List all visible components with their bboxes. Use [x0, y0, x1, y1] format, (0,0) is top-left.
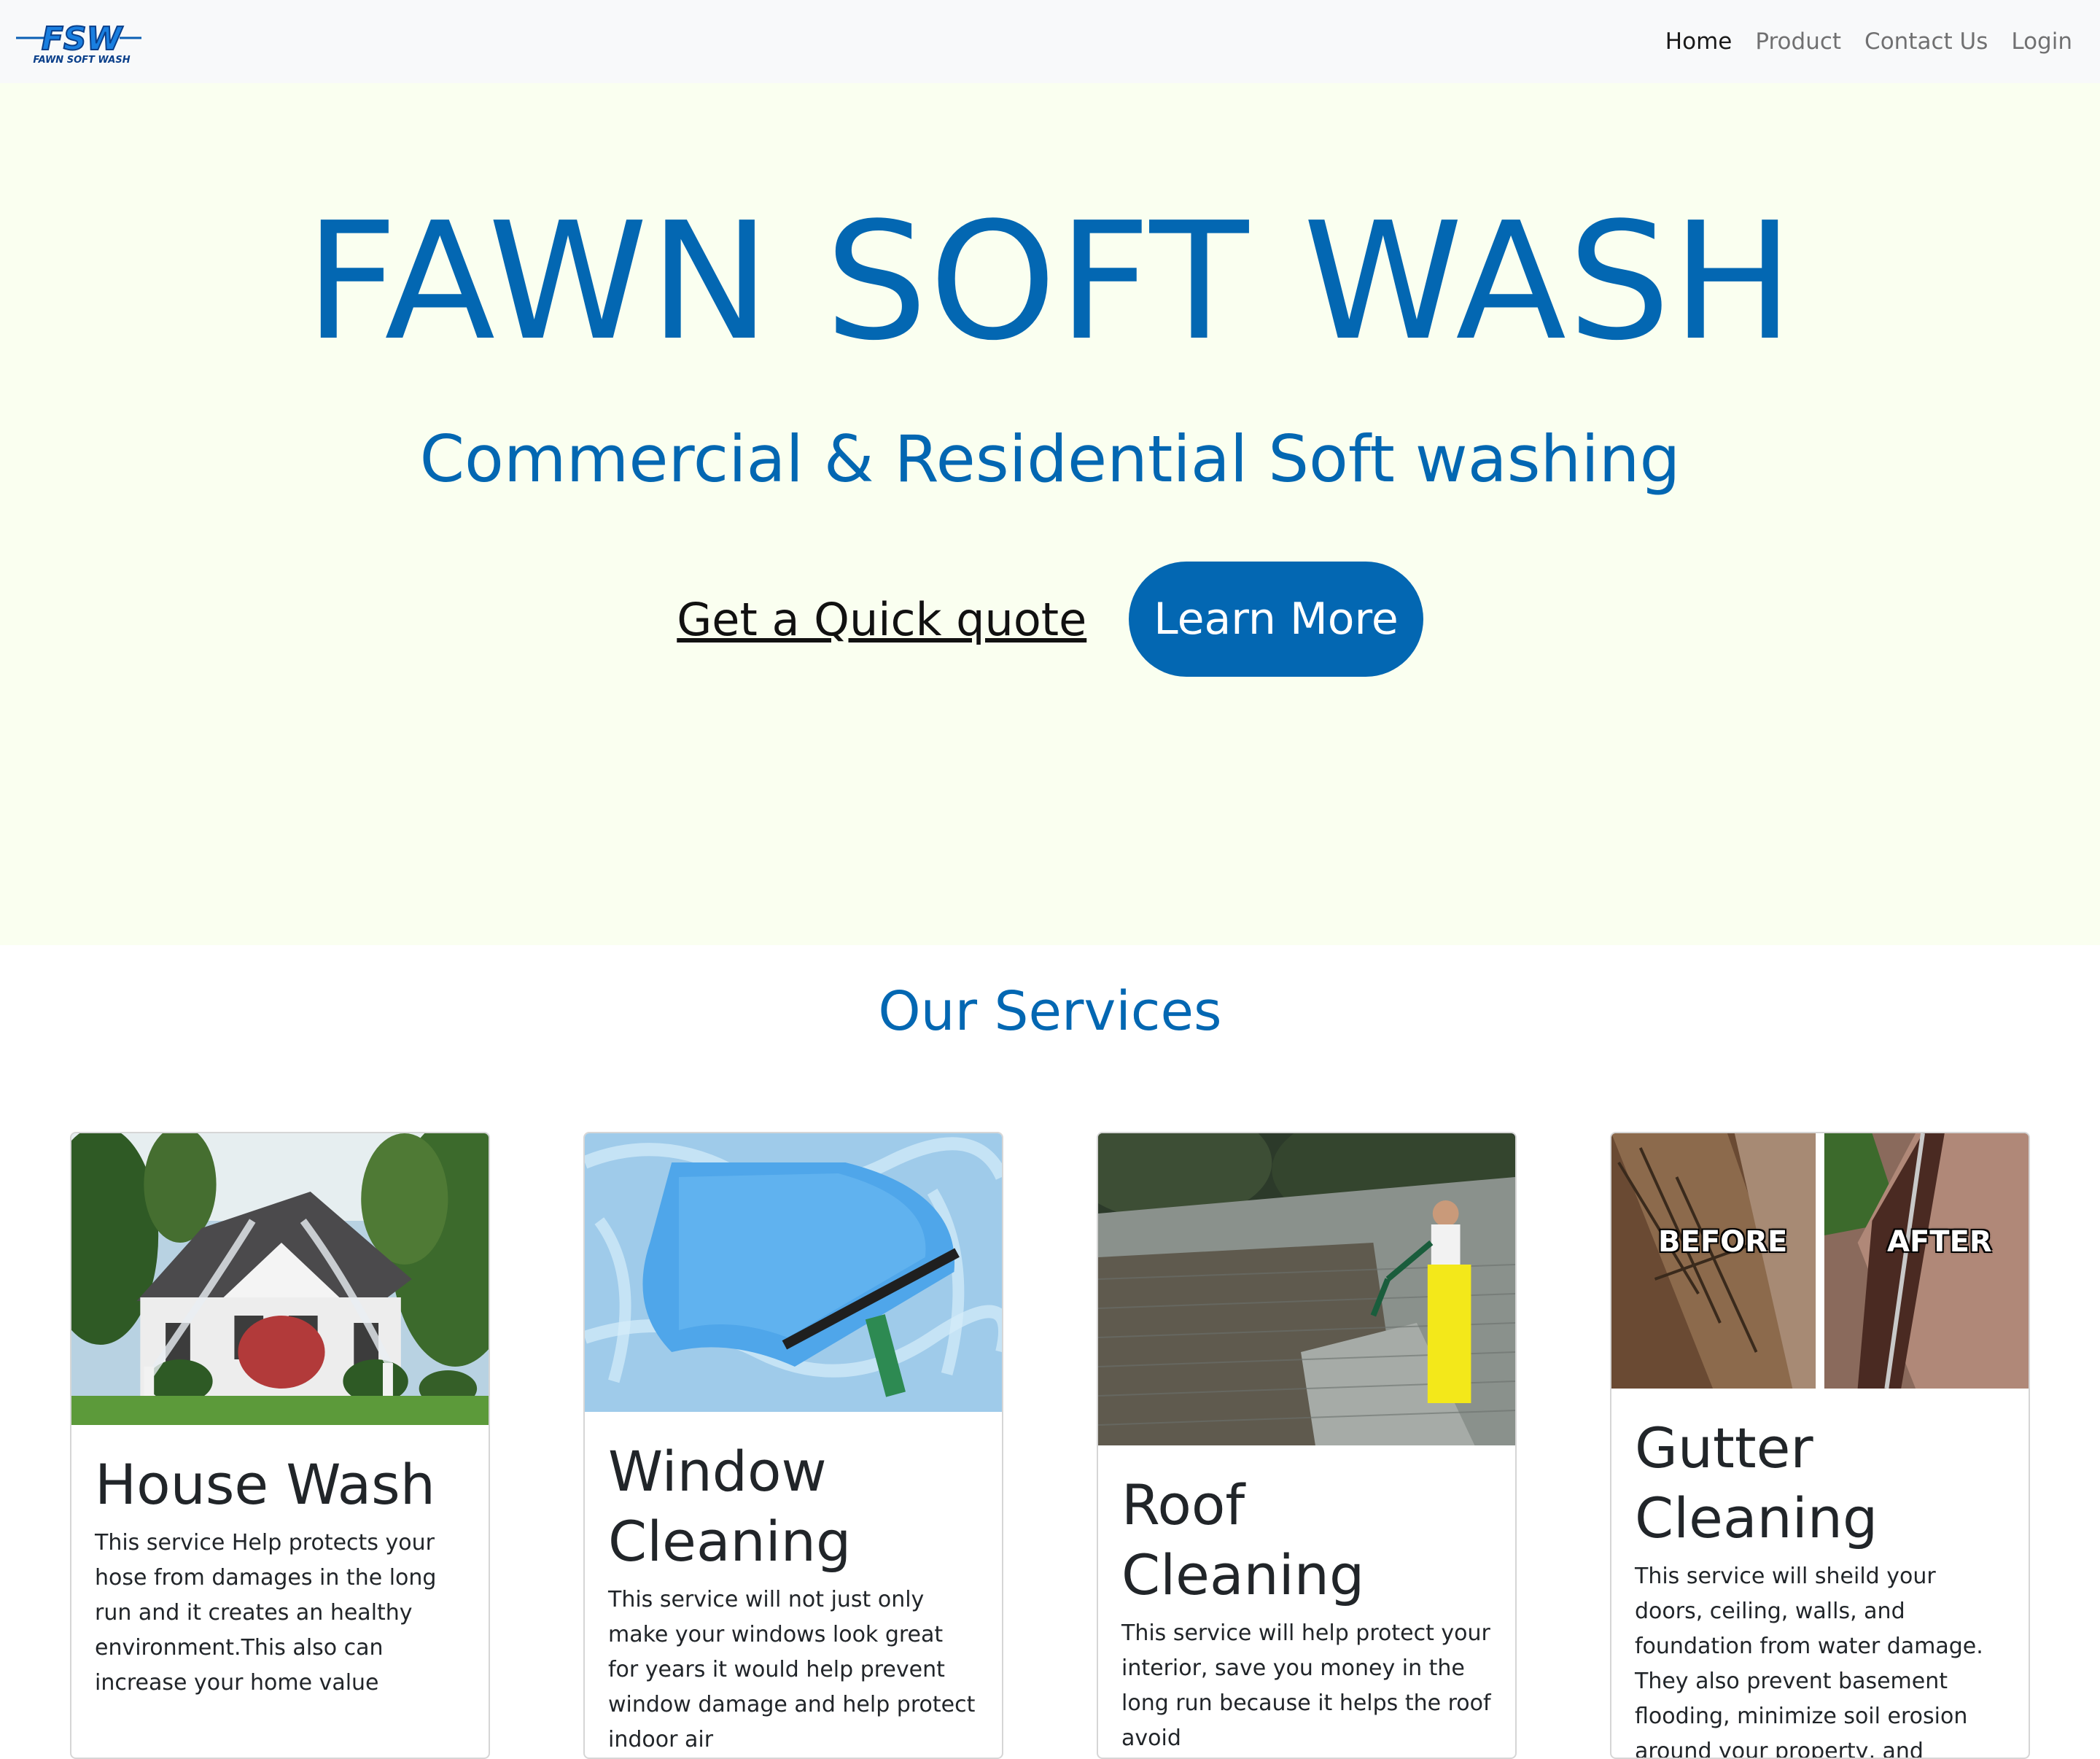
nav-item-home[interactable]: Home [1665, 28, 1732, 55]
card-text: This service will help protect your inte… [1121, 1616, 1492, 1756]
navbar: FSW FAWN SOFT WASH Home Product Contact … [0, 0, 2100, 83]
learn-more-button[interactable]: Learn More [1129, 562, 1423, 677]
window-cleaning-body: Window Cleaning This service will not ju… [585, 1412, 1002, 1758]
house-wash-body: House Wash This service Help protects yo… [71, 1425, 489, 1701]
brand-logo-icon: FSW FAWN SOFT WASH [16, 22, 141, 67]
gutter-cleaning-body: Gutter Cleaning This service will sheild… [1611, 1389, 2029, 1759]
service-card-roof-cleaning: Roof Cleaning This service will help pro… [1097, 1132, 1517, 1759]
house-wash-image [71, 1133, 489, 1425]
service-card-gutter-cleaning: BEFORE AFTER Gutter Cleaning This servic… [1610, 1132, 2030, 1759]
service-card-window-cleaning: Window Cleaning This service will not ju… [583, 1132, 1003, 1759]
nav-item-contact-us[interactable]: Contact Us [1864, 28, 1988, 55]
hero-section: FAWN SOFT WASH Commercial & Residential … [0, 83, 2100, 945]
service-card-house-wash: House Wash This service Help protects yo… [70, 1132, 490, 1759]
quick-quote-link[interactable]: Get a Quick quote [677, 593, 1086, 646]
brand-logo-subtext: FAWN SOFT WASH [33, 55, 130, 66]
brand-logo[interactable]: FSW FAWN SOFT WASH [16, 22, 141, 67]
hero-actions: Get a Quick quote Learn More [0, 562, 2100, 677]
nav-item-login[interactable]: Login [2011, 28, 2072, 55]
hero-title: FAWN SOFT WASH [0, 201, 2100, 363]
roof-cleaning-image [1098, 1133, 1515, 1445]
gutter-cleaning-image: BEFORE AFTER [1611, 1133, 2029, 1389]
card-title: House Wash [95, 1450, 465, 1520]
svg-text:FSW: FSW [42, 22, 124, 58]
card-text: This service will not just only make you… [608, 1583, 979, 1758]
before-label: BEFORE [1658, 1225, 1787, 1259]
hero-subtitle: Commercial & Residential Soft washing [0, 427, 2100, 492]
card-title: Gutter Cleaning [1635, 1413, 2005, 1553]
card-title: Roof Cleaning [1121, 1470, 1492, 1610]
card-text: This service will sheild your doors, cei… [1635, 1559, 2005, 1759]
card-title: Window Cleaning [608, 1437, 979, 1577]
nav-links: Home Product Contact Us Login [1665, 0, 2072, 83]
card-text: This service Help protects your hose fro… [95, 1526, 465, 1701]
nav-item-product[interactable]: Product [1755, 28, 1841, 55]
after-label: AFTER [1887, 1225, 1992, 1259]
window-cleaning-image [585, 1133, 1002, 1412]
roof-cleaning-body: Roof Cleaning This service will help pro… [1098, 1445, 1515, 1756]
services-title: Our Services [0, 985, 2100, 1038]
